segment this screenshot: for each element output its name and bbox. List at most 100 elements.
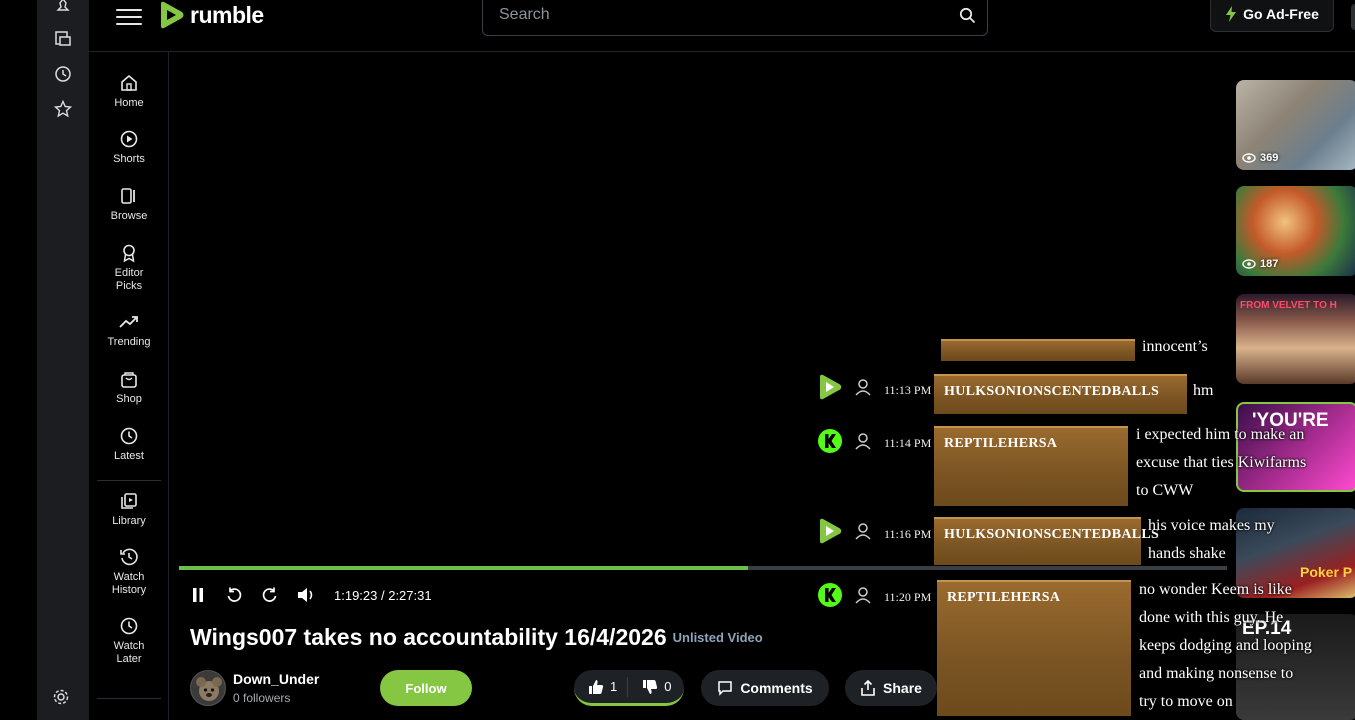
sidebar-item-label: Watch History bbox=[111, 571, 147, 596]
home-icon bbox=[118, 72, 140, 94]
chat-username-plate: REPTILEHERSA bbox=[937, 580, 1131, 716]
rating-control: 1 0 bbox=[574, 670, 684, 706]
rumble-badge-icon bbox=[820, 518, 842, 544]
sidebar-item-trending[interactable]: Trending bbox=[89, 311, 169, 349]
hamburger-menu-icon[interactable] bbox=[116, 4, 142, 26]
dislike-button[interactable]: 0 bbox=[628, 679, 681, 695]
volume-icon[interactable] bbox=[288, 582, 324, 608]
recommended-thumbnail[interactable]: 187 bbox=[1236, 186, 1355, 276]
comments-label: Comments bbox=[740, 680, 813, 696]
sidebar-item-label: Latest bbox=[114, 450, 144, 462]
sidebar-divider bbox=[97, 480, 161, 481]
dislike-count: 0 bbox=[664, 679, 672, 694]
channel-name[interactable]: Down_Under bbox=[233, 671, 319, 687]
sidebar-item-label: Trending bbox=[107, 336, 151, 348]
like-button[interactable]: 1 bbox=[574, 679, 627, 695]
user-icon bbox=[855, 379, 871, 396]
chat-message-text: innocent’s bbox=[1142, 338, 1208, 355]
sidebar-item-label: Shorts bbox=[113, 153, 145, 165]
follower-count: 0 followers bbox=[233, 691, 291, 705]
sidebar-item-shop[interactable]: Shop bbox=[89, 368, 169, 406]
sidebar-item-browse[interactable]: Browse bbox=[89, 185, 169, 223]
search-box[interactable] bbox=[482, 0, 988, 36]
recommended-thumbnail[interactable]: 369 bbox=[1236, 80, 1355, 170]
chat-message-text: no wonder Keem is like done with this gu… bbox=[1139, 581, 1312, 710]
thumbs-down-icon bbox=[643, 679, 658, 694]
sidebar-item-watch-history[interactable]: Watch History bbox=[89, 546, 169, 597]
search-input[interactable] bbox=[483, 6, 947, 24]
sidebar-item-watch-later[interactable]: Watch Later bbox=[89, 615, 169, 666]
top-bar: rumble Go Ad-Free bbox=[89, 0, 1355, 52]
user-icon bbox=[855, 587, 871, 604]
progress-bar[interactable] bbox=[179, 566, 1227, 570]
sidebar-item-library[interactable]: Library bbox=[89, 490, 169, 528]
chat-message-text: i expected him to make an excuse that ti… bbox=[1136, 426, 1307, 499]
rumble-badge-icon bbox=[820, 374, 842, 400]
go-ad-free-button[interactable]: Go Ad-Free bbox=[1210, 0, 1334, 32]
star-icon[interactable] bbox=[51, 97, 75, 121]
pin-icon[interactable] bbox=[51, 0, 75, 18]
sidebar-item-label: Library bbox=[112, 515, 146, 527]
player-controls: 1:19:23 / 2:27:31 bbox=[180, 582, 432, 608]
clock-icon bbox=[118, 425, 140, 447]
pause-icon[interactable] bbox=[180, 582, 216, 608]
chat-username-plate: HULKSONIONSCENTEDBALLS bbox=[934, 374, 1187, 414]
view-count: 187 bbox=[1242, 258, 1278, 270]
forward-icon[interactable] bbox=[252, 582, 288, 608]
rumble-logo[interactable]: rumble bbox=[156, 0, 264, 30]
chat-timestamp: 11:16 PM bbox=[884, 527, 932, 541]
search-icon[interactable] bbox=[947, 7, 987, 24]
sidebar-divider bbox=[97, 698, 161, 699]
sidebar-item-label: Shop bbox=[116, 393, 142, 405]
library-icon bbox=[118, 490, 140, 512]
left-black-rail bbox=[0, 0, 37, 720]
video-title: Wings007 takes no accountability 16/4/20… bbox=[190, 624, 667, 650]
user-icon bbox=[855, 433, 871, 450]
gear-icon[interactable] bbox=[52, 688, 70, 711]
lightning-icon bbox=[1226, 6, 1237, 22]
kick-badge-icon bbox=[818, 429, 842, 453]
chat-timestamp: 11:20 PM bbox=[884, 590, 932, 604]
chat-username-plate: HULKSONIONSCENTEDBALLS bbox=[934, 517, 1159, 565]
view-count: 369 bbox=[1242, 152, 1278, 164]
shorts-icon bbox=[118, 128, 140, 150]
sidebar-item-editor-picks[interactable]: Editor Picks bbox=[89, 242, 169, 293]
mini-toolbar bbox=[37, 0, 89, 720]
share-button[interactable]: Share bbox=[845, 670, 937, 706]
award-icon bbox=[118, 242, 140, 264]
rewind-icon[interactable] bbox=[216, 582, 252, 608]
sidebar-item-label: Browse bbox=[110, 210, 148, 222]
chat-timestamp: 11:14 PM bbox=[884, 436, 932, 450]
chat-timestamp: 11:13 PM bbox=[884, 383, 932, 397]
sidebar-item-label: Watch Later bbox=[113, 640, 145, 665]
thumbnail-caption: FROM VELVET TO H bbox=[1240, 300, 1337, 311]
kick-badge-icon bbox=[818, 583, 842, 607]
eye-icon bbox=[1242, 153, 1256, 163]
recommended-thumbnail[interactable]: FROM VELVET TO H bbox=[1236, 294, 1355, 384]
eye-icon bbox=[1242, 259, 1256, 269]
unlisted-badge: Unlisted Video bbox=[672, 630, 763, 645]
sidebar-item-label: Home bbox=[114, 97, 144, 109]
follow-button[interactable]: Follow bbox=[380, 670, 472, 706]
go-ad-free-label: Go Ad-Free bbox=[1243, 6, 1319, 22]
chat-message-text: his voice makes my hands shake bbox=[1148, 517, 1275, 562]
sidebar-item-shorts[interactable]: Shorts bbox=[89, 128, 169, 166]
clock-icon[interactable] bbox=[51, 62, 75, 86]
chat-username-plate: REPTILEHERSA bbox=[934, 426, 1128, 506]
avatar[interactable] bbox=[190, 670, 226, 706]
sidebar-item-home[interactable]: Home bbox=[89, 72, 169, 110]
history-icon bbox=[118, 546, 140, 568]
chat-message-text: hm bbox=[1193, 382, 1214, 399]
share-icon bbox=[861, 680, 875, 696]
film-icon[interactable] bbox=[51, 26, 75, 50]
logo-text: rumble bbox=[190, 1, 264, 28]
like-count: 1 bbox=[610, 679, 618, 694]
chat-username-plate bbox=[941, 339, 1135, 361]
video-title-row: Wings007 takes no accountability 16/4/20… bbox=[190, 624, 763, 651]
comments-button[interactable]: Comments bbox=[701, 670, 829, 706]
sidebar-item-label: Editor Picks bbox=[114, 267, 144, 292]
sidebar-item-latest[interactable]: Latest bbox=[89, 425, 169, 463]
avatar-edge[interactable] bbox=[1351, 4, 1355, 30]
share-label: Share bbox=[883, 680, 922, 696]
shop-icon bbox=[118, 368, 140, 390]
